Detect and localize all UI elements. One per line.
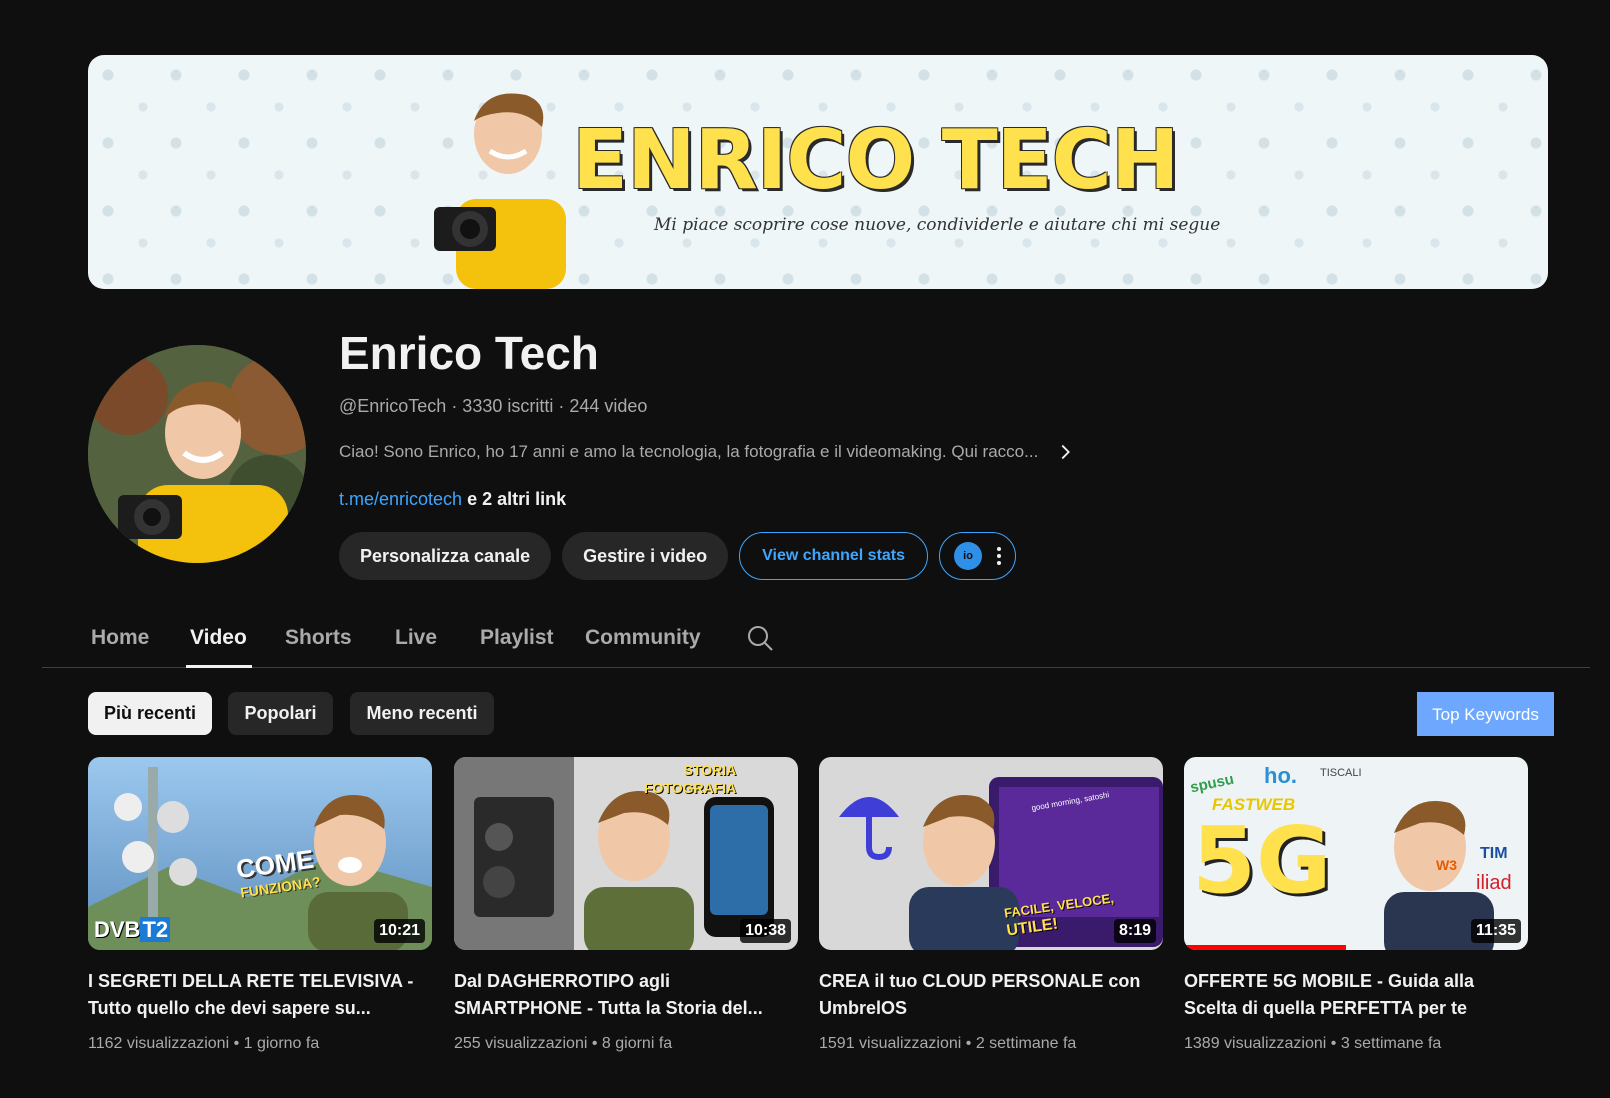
operator-fastweb: FASTWEB [1212, 795, 1296, 814]
more-vert-icon [997, 547, 1002, 565]
operator-tim: TIM [1480, 845, 1508, 862]
video-card[interactable]: 5G spusu ho. TISCALI FASTWEB TIM iliad W… [1184, 757, 1528, 1053]
video-age: 2 settimane fa [975, 1035, 1077, 1052]
video-title[interactable]: I SEGRETI DELLA RETE TELEVISIVA - Tutto … [88, 968, 432, 1022]
telegram-link[interactable]: t.me/enricotech [339, 489, 462, 509]
channel-avatar[interactable] [88, 345, 306, 563]
active-tab-indicator [186, 665, 252, 668]
video-title[interactable]: CREA il tuo CLOUD PERSONALE con UmbrelOS [819, 968, 1163, 1022]
filter-oldest[interactable]: Meno recenti [350, 692, 494, 735]
video-views: 1591 visualizzazioni [819, 1035, 962, 1052]
video-meta: 1162 visualizzazioni • 1 giorno fa [88, 1035, 320, 1052]
channel-actions: Personalizza canale Gestire i video View… [339, 532, 1017, 580]
banner-title: ENRICO TECH [572, 113, 1179, 208]
video-age: 8 giorni fa [601, 1035, 673, 1052]
video-age: 1 giorno fa [243, 1035, 320, 1052]
tab-home[interactable]: Home [91, 626, 149, 650]
video-card[interactable]: COME FUNZIONA? DVBT2 10:21 I SEGRETI DEL… [88, 757, 432, 1053]
video-duration: 10:38 [740, 919, 791, 943]
video-thumbnail[interactable]: STORIA FOTOGRAFIA 10:38 [454, 757, 798, 950]
video-thumbnail[interactable]: good morning, satoshi FACILE, VELOCE, UT… [819, 757, 1163, 950]
tab-live[interactable]: Live [395, 626, 437, 650]
channel-description-text: Ciao! Sono Enrico, ho 17 anni e amo la t… [339, 442, 1039, 461]
watch-progress-bar [1184, 945, 1346, 950]
video-age: 3 settimane fa [1340, 1035, 1442, 1052]
channel-links: t.me/enricotech e 2 altri link [339, 489, 566, 510]
more-links[interactable]: e 2 altri link [462, 489, 566, 509]
thumbnail-caption: STORIA FOTOGRAFIA [644, 761, 736, 797]
extension-logo-icon: io [954, 542, 983, 570]
channel-name: Enrico Tech [339, 327, 599, 379]
top-keywords-button[interactable]: Top Keywords [1417, 692, 1554, 736]
banner-person-image [434, 93, 566, 289]
operator-tiscali: TISCALI [1320, 767, 1362, 779]
chevron-right-icon[interactable] [1054, 441, 1076, 463]
video-views: 255 visualizzazioni [454, 1035, 588, 1052]
thumbnail-logo-dvb: DVB [94, 917, 141, 942]
search-icon[interactable] [746, 624, 774, 652]
tab-video[interactable]: Video [190, 626, 247, 650]
video-title[interactable]: OFFERTE 5G MOBILE - Guida alla Scelta di… [1184, 968, 1528, 1022]
video-card[interactable]: good morning, satoshi FACILE, VELOCE, UT… [819, 757, 1163, 1053]
tab-shorts[interactable]: Shorts [285, 626, 352, 650]
video-views: 1162 visualizzazioni [88, 1035, 230, 1052]
banner-subtitle: Mi piace scoprire cose nuove, condivider… [654, 215, 1221, 235]
thumbnail-caption-5g: 5G [1192, 807, 1332, 914]
video-meta: 1591 visualizzazioni • 2 settimane fa [819, 1035, 1077, 1052]
video-title[interactable]: Dal DAGHERROTIPO agli SMARTPHONE - Tutta… [454, 968, 798, 1022]
video-duration: 11:35 [1470, 919, 1521, 943]
video-meta: 255 visualizzazioni • 8 giorni fa [454, 1035, 673, 1052]
avatar-image [88, 345, 306, 563]
extension-button[interactable]: io [939, 532, 1017, 580]
manage-videos-button[interactable]: Gestire i video [562, 532, 729, 580]
channel-meta: @EnricoTech · 3330 iscritti · 244 video [339, 396, 648, 416]
view-channel-stats-button[interactable]: View channel stats [739, 532, 929, 580]
video-meta: 1389 visualizzazioni • 3 settimane fa [1184, 1035, 1442, 1052]
channel-tabs: Home Video Shorts Live Playlist Communit… [42, 604, 1590, 668]
operator-w3: W3 [1436, 857, 1457, 873]
video-thumbnail[interactable]: 5G spusu ho. TISCALI FASTWEB TIM iliad W… [1184, 757, 1528, 950]
thumbnail-logo-t2: T2 [140, 917, 171, 942]
tab-playlist[interactable]: Playlist [480, 626, 554, 650]
video-duration: 10:21 [374, 919, 425, 943]
operator-iliad: iliad [1476, 872, 1512, 894]
filter-popular[interactable]: Popolari [228, 692, 333, 735]
channel-banner: ENRICO TECH Mi piace scoprire cose nuove… [88, 55, 1548, 289]
video-duration: 8:19 [1113, 919, 1156, 943]
customize-channel-button[interactable]: Personalizza canale [339, 532, 552, 580]
filter-most-recent[interactable]: Più recenti [88, 692, 212, 735]
channel-description[interactable]: Ciao! Sono Enrico, ho 17 anni e amo la t… [339, 441, 1076, 463]
video-thumbnail[interactable]: COME FUNZIONA? DVBT2 10:21 [88, 757, 432, 950]
thumbnail-caption-line: STORIA [683, 762, 737, 778]
video-views: 1389 visualizzazioni [1184, 1035, 1327, 1052]
tab-community[interactable]: Community [585, 626, 701, 650]
thumbnail-caption-line: FOTOGRAFIA [644, 780, 737, 796]
video-card[interactable]: STORIA FOTOGRAFIA 10:38 Dal DAGHERROTIPO… [454, 757, 798, 1053]
operator-ho: ho. [1264, 763, 1297, 788]
thumbnail-logo: DVBT2 [94, 917, 171, 943]
